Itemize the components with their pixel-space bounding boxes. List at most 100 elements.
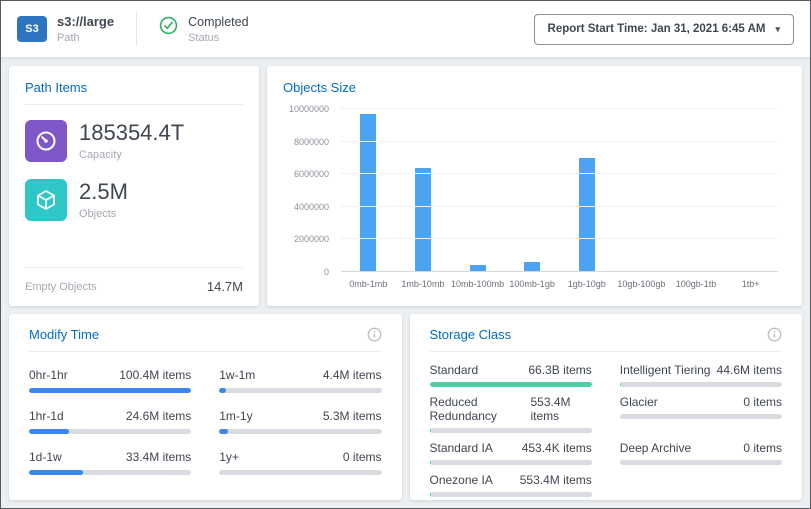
bar-1gb-10gb[interactable] (579, 158, 595, 272)
storage-class-card: Storage Class Standard66.3B items Reduced… (410, 314, 803, 500)
meter-value: 0 items (743, 441, 782, 455)
meter-value: 66.3B items (528, 363, 591, 377)
meter-1m-1y: 1m-1y5.3M items (219, 409, 381, 434)
status-summary: Completed Status (159, 15, 248, 44)
meter-1y-: 1y+ 0 items (219, 450, 381, 475)
meter-label: 1y+ (219, 450, 239, 464)
capacity-stat: 185354.4T Capacity (9, 105, 259, 164)
modify-time-title: Modify Time (29, 327, 99, 342)
meter-track (219, 470, 381, 475)
y-axis-tick: 8000000 (294, 137, 329, 147)
bar-column-1gb-10gb (560, 109, 615, 272)
x-axis-label: 1mb-10mb (396, 279, 451, 296)
meter-text-row: Intelligent Tiering44.6M items (620, 363, 782, 377)
meter-value: 0 items (743, 395, 782, 409)
meter-text-row: Deep Archive0 items (620, 441, 782, 455)
meter-track (29, 429, 191, 434)
meter-track (430, 460, 592, 465)
s3-icon: S3 (17, 16, 47, 42)
y-axis-tick: 4000000 (294, 202, 329, 212)
meter-text-row: 1m-1y5.3M items (219, 409, 381, 423)
cube-icon (25, 179, 67, 221)
x-axis-label: 0mb-1mb (341, 279, 396, 296)
meter-standard-ia: Standard IA453.4K items (430, 441, 592, 465)
title-divider (430, 351, 783, 352)
meter-standard: Standard66.3B items (430, 363, 592, 387)
y-axis-tick: 2000000 (294, 234, 329, 244)
modify-time-meters: 0hr-1hr100.4M items 1hr-1d24.6M items 1d-1… (29, 368, 382, 491)
path-label: Path (57, 32, 114, 44)
meter-track (620, 414, 782, 419)
meter-fill (430, 492, 431, 497)
path-items-card: Path Items 185354.4T Capacity (9, 66, 259, 306)
meter-track (620, 382, 782, 387)
x-axis-label: 100gb-1tb (669, 279, 724, 296)
path-value: s3://large (57, 14, 114, 29)
meter-label: 1w-1m (219, 368, 255, 382)
meter-fill (29, 429, 69, 434)
meter-value: 553.4M items (520, 473, 592, 487)
meter-deep-archive: Deep Archive0 items (620, 441, 782, 465)
meter-text-row: 1hr-1d24.6M items (29, 409, 191, 423)
meter-value: 0 items (343, 450, 382, 464)
capacity-value: 185354.4T (79, 121, 184, 145)
y-axis: 0200000040000006000000800000010000000 (283, 109, 341, 272)
y-axis-tick: 0 (324, 267, 329, 277)
report-start-time-text: Report Start Time: Jan 31, 2021 6:45 AM (548, 23, 766, 35)
bar-column-1mb-10mb (396, 109, 451, 272)
meter-value: 44.6M items (717, 363, 782, 377)
x-axis: 0mb-1mb1mb-10mb10mb-100mb100mb-1gb1gb-10… (341, 272, 778, 296)
bar-column-0mb-1mb (341, 109, 396, 272)
meter-value: 553.4M items (531, 395, 592, 423)
meter-label: Onezone IA (430, 473, 493, 487)
meter-text-row: 1w-1m4.4M items (219, 368, 381, 382)
x-axis-label: 1gb-10gb (560, 279, 615, 296)
capacity-label: Capacity (79, 149, 184, 161)
y-axis-tick: 10000000 (289, 104, 329, 114)
meter-glacier: Glacier 0 items (620, 395, 782, 433)
status-stack: Completed Status (188, 15, 248, 44)
objects-size-chart: 0200000040000006000000800000010000000 0m… (283, 109, 778, 296)
path-items-header: Path Items (9, 66, 259, 104)
storage-class-header: Storage Class (430, 327, 783, 351)
gridline (341, 141, 778, 142)
gridline (341, 108, 778, 109)
objects-label: Objects (79, 208, 128, 220)
x-axis-label: 1tb+ (723, 279, 778, 296)
meter-1hr-1d: 1hr-1d24.6M items (29, 409, 191, 434)
meter-track (29, 470, 191, 475)
gridline (341, 206, 778, 207)
meter-label: 1d-1w (29, 450, 62, 464)
report-start-time-selector[interactable]: Report Start Time: Jan 31, 2021 6:45 AM … (534, 14, 794, 45)
meter-label: Reduced Redundancy (430, 395, 531, 423)
meter-label: 1m-1y (219, 409, 252, 423)
modify-time-card: Modify Time 0hr-1hr100.4M items 1hr-1d24.… (9, 314, 402, 500)
meter-intelligent-tiering: Intelligent Tiering44.6M items (620, 363, 782, 387)
objects-stat: 2.5M Objects (9, 164, 259, 223)
gauge-icon (25, 120, 67, 162)
info-icon[interactable] (367, 327, 382, 342)
meter-track (430, 492, 592, 497)
meter-label: Glacier (620, 395, 658, 409)
gridline (341, 271, 778, 272)
meter-track (430, 382, 592, 387)
meter-1w-1m: 1w-1m4.4M items (219, 368, 381, 393)
storage-class-meters: Standard66.3B itemsReduced Redundancy553… (430, 363, 783, 505)
meter-onezone-ia: Onezone IA 553.4M items (430, 473, 592, 497)
meter-text-row: 0hr-1hr100.4M items (29, 368, 191, 382)
meter-fill (430, 428, 431, 433)
info-icon[interactable] (767, 327, 782, 342)
main-content: Path Items 185354.4T Capacity (1, 58, 810, 508)
bar-1mb-10mb[interactable] (415, 168, 431, 272)
status-label: Status (188, 32, 248, 44)
gridline (341, 238, 778, 239)
bar-column-10mb-100mb (450, 109, 505, 272)
meter-track (29, 388, 191, 393)
bottom-row: Modify Time 0hr-1hr100.4M items 1hr-1d24.… (9, 314, 802, 500)
meter-text-row: 1y+ 0 items (219, 450, 381, 464)
header-divider (136, 12, 137, 46)
bar-0mb-1mb[interactable] (360, 114, 376, 272)
top-row: Path Items 185354.4T Capacity (9, 66, 802, 306)
meter-fill (29, 470, 83, 475)
empty-objects-label: Empty Objects (25, 281, 97, 293)
